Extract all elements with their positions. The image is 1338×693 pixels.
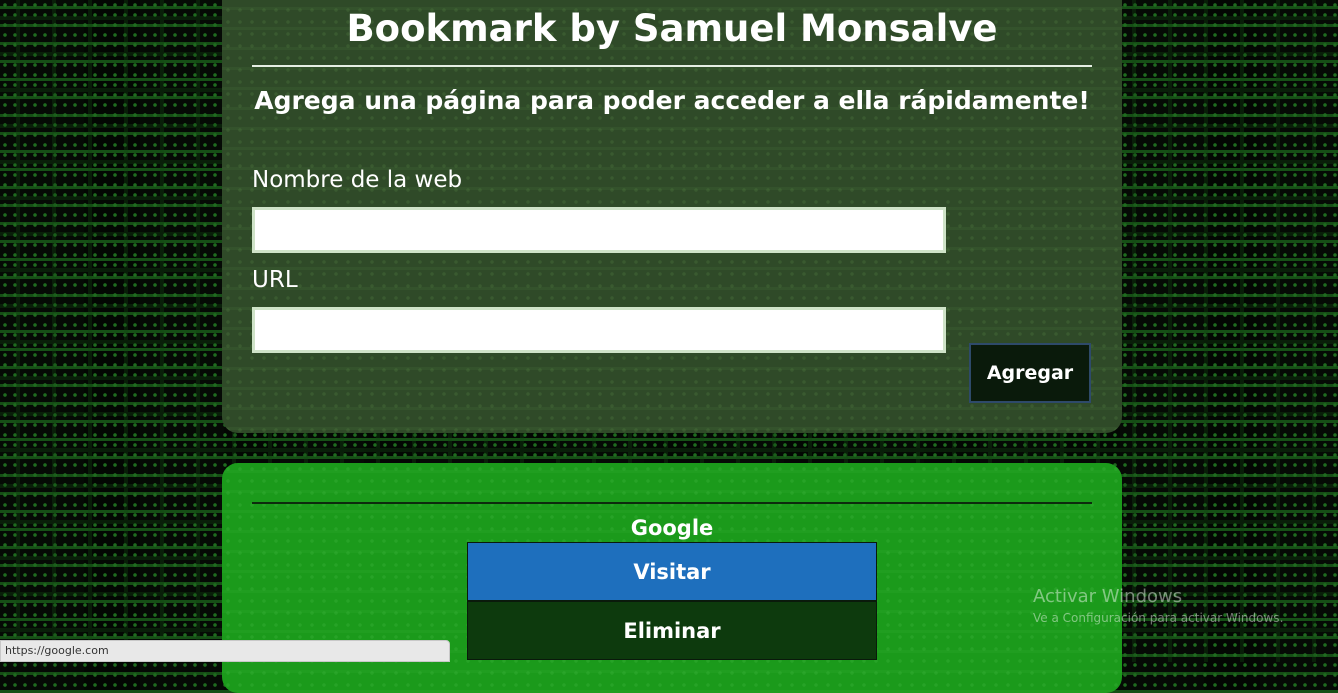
title-divider [252,65,1092,67]
link-status-bar: https://google.com [0,640,450,662]
delete-button[interactable]: Eliminar [467,601,877,660]
list-divider [252,502,1092,504]
add-bookmark-card: Bookmark by Samuel Monsalve Agrega una p… [222,0,1122,433]
add-button[interactable]: Agregar [969,343,1091,403]
url-label: URL [252,267,298,293]
visit-button[interactable]: Visitar [467,542,877,601]
site-name-input[interactable] [252,207,946,253]
watermark-subtitle: Ve a Configuración para activar Windows. [1033,611,1284,625]
bookmark-name: Google [630,516,714,540]
windows-activation-watermark: Activar Windows Ve a Configuración para … [1033,586,1283,625]
page-title: Bookmark by Samuel Monsalve [346,7,998,50]
site-name-label: Nombre de la web [252,167,463,193]
watermark-title: Activar Windows [1033,586,1183,607]
url-input[interactable] [252,307,946,353]
page-subtitle: Agrega una página para poder acceder a e… [254,86,1090,115]
